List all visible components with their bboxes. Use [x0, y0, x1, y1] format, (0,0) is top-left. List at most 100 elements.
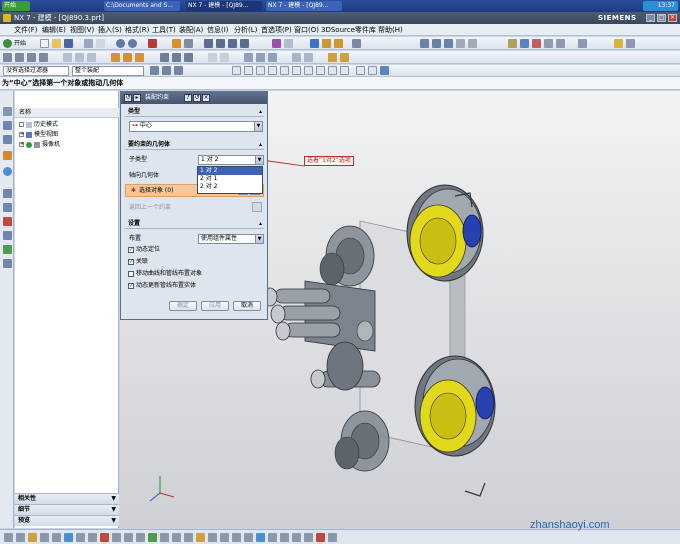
circle-icon[interactable] [87, 53, 96, 62]
offset-face-icon[interactable] [268, 53, 277, 62]
fit-view-icon[interactable] [204, 39, 213, 48]
menu-insert[interactable]: 插入(S) [98, 25, 122, 35]
status-tool-icon[interactable] [280, 533, 289, 542]
section-geometry[interactable]: 要约束的几何体 ▴ [125, 140, 264, 150]
roles-tab-icon[interactable] [3, 245, 12, 254]
reverse-direction-icon[interactable] [252, 202, 262, 212]
revolve-icon[interactable] [444, 39, 453, 48]
component-select-icon[interactable] [380, 66, 389, 75]
task-explorer[interactable]: C:\Documents and S... [104, 1, 180, 11]
sketch-icon[interactable] [420, 39, 429, 48]
status-tool-icon[interactable] [16, 533, 25, 542]
status-tool-icon[interactable] [160, 533, 169, 542]
navigator-section-dependencies[interactable]: 相关性 ▼ [15, 493, 119, 504]
render-icon[interactable] [328, 53, 337, 62]
status-tool-icon[interactable] [136, 533, 145, 542]
menu-analysis[interactable]: 分析(L) [234, 25, 257, 35]
trim-body-icon[interactable] [208, 53, 217, 62]
datum-axis-icon[interactable] [27, 53, 36, 62]
apply-button[interactable]: 应用 [201, 301, 229, 311]
snap-endpoint-icon[interactable] [232, 66, 241, 75]
selection-scope-dropdown[interactable]: 整个装配 [72, 66, 144, 76]
nav-item-history-mode[interactable]: 历史模式 [19, 121, 58, 129]
open-folder-icon[interactable] [52, 39, 61, 48]
reset-dialog-icon[interactable]: ↺ [193, 94, 201, 102]
print-icon[interactable] [84, 39, 93, 48]
add-component-icon[interactable] [508, 39, 517, 48]
snap-control-icon[interactable] [256, 66, 265, 75]
status-tool-icon[interactable] [40, 533, 49, 542]
snap-grid-icon[interactable] [340, 66, 349, 75]
nav-item-cameras[interactable]: + 摄像机 [19, 141, 60, 149]
wireframe-icon[interactable] [184, 39, 193, 48]
status-tool-icon[interactable] [220, 533, 229, 542]
snap-existing-point-icon[interactable] [304, 66, 313, 75]
snap-midpoint-icon[interactable] [244, 66, 253, 75]
status-tool-icon[interactable] [148, 533, 157, 542]
point-icon[interactable] [3, 53, 12, 62]
status-tool-icon[interactable] [196, 533, 205, 542]
snap-on-curve-icon[interactable] [316, 66, 325, 75]
intersect-icon[interactable] [184, 53, 193, 62]
datum-csys-icon[interactable] [39, 53, 48, 62]
checkbox-box[interactable]: ✓ [128, 246, 134, 253]
status-tool-icon[interactable] [268, 533, 277, 542]
material-icon[interactable] [340, 53, 349, 62]
status-tool-icon[interactable] [76, 533, 85, 542]
subtype-option-1to2[interactable]: 1 对 2 [198, 167, 262, 175]
status-tool-icon[interactable] [112, 533, 121, 542]
extrude-icon[interactable] [432, 39, 441, 48]
component-icon[interactable] [322, 39, 331, 48]
new-file-icon[interactable] [40, 39, 49, 48]
mate-icon[interactable] [334, 39, 343, 48]
checkbox-dynamic-positioning[interactable]: ✓ 动态定位 [128, 245, 160, 254]
mirror-assembly-icon[interactable] [544, 39, 553, 48]
status-tool-icon[interactable] [184, 533, 193, 542]
manufacturing-wizard-tab-icon[interactable] [3, 231, 12, 240]
reuse-library-tab-icon[interactable] [3, 151, 12, 160]
status-tool-icon[interactable] [124, 533, 133, 542]
menu-help[interactable]: 帮助(H) [378, 25, 403, 35]
subtract-icon[interactable] [172, 53, 181, 62]
status-tool-icon[interactable] [256, 533, 265, 542]
start-button[interactable]: 开始 [2, 1, 30, 11]
measure-icon[interactable] [352, 39, 361, 48]
selection-filter-dropdown[interactable]: 没有选择过滤器 [3, 66, 69, 76]
zoom-icon[interactable] [216, 39, 225, 48]
menu-edit[interactable]: 编辑(E) [42, 25, 66, 35]
cancel-button[interactable]: 取消 [233, 301, 261, 311]
status-tool-icon[interactable] [316, 533, 325, 542]
checkbox-box[interactable] [128, 270, 134, 277]
menu-view[interactable]: 视图(V) [70, 25, 94, 35]
start-menu-button[interactable]: 开始 [14, 39, 26, 48]
undo-icon[interactable] [116, 39, 125, 48]
unite-icon[interactable] [160, 53, 169, 62]
status-tool-icon[interactable] [172, 533, 181, 542]
expand-icon[interactable]: + [19, 142, 24, 147]
navigator-section-preview[interactable]: 预览 ▼ [15, 515, 119, 526]
checkbox-dynamic-update[interactable]: ✓ 动态更新管线布置实体 [128, 281, 196, 290]
redo-icon[interactable] [128, 39, 137, 48]
reset-icon[interactable]: ↺ [124, 94, 132, 102]
sequence-icon[interactable] [614, 39, 623, 48]
web-browser-tab-icon[interactable] [3, 167, 12, 176]
name-column[interactable]: 名称 [19, 109, 31, 117]
subtype-dropdown[interactable]: 1 对 2 ▼ [198, 155, 264, 165]
expand-icon[interactable] [19, 122, 24, 127]
expand-icon[interactable]: + [19, 132, 24, 137]
checkbox-box[interactable]: ✓ [128, 282, 134, 289]
status-tool-icon[interactable] [52, 533, 61, 542]
save-icon[interactable] [64, 39, 73, 48]
snap-on-face-icon[interactable] [328, 66, 337, 75]
curve-analysis-icon[interactable] [304, 53, 313, 62]
history-tab-icon[interactable] [3, 189, 12, 198]
collapse-icon[interactable]: ▸ [133, 94, 141, 102]
task-nx[interactable]: NX 7 - 建模 - [QJ89... [266, 1, 342, 11]
snap-center-icon[interactable] [280, 66, 289, 75]
hole-icon[interactable] [456, 39, 465, 48]
checkbox-box[interactable]: ✓ [128, 258, 134, 265]
rotate-icon[interactable] [228, 39, 237, 48]
menu-3dsource[interactable]: 3DSource零件库 [321, 25, 376, 35]
boss-icon[interactable] [468, 39, 477, 48]
array-icon[interactable] [556, 39, 565, 48]
